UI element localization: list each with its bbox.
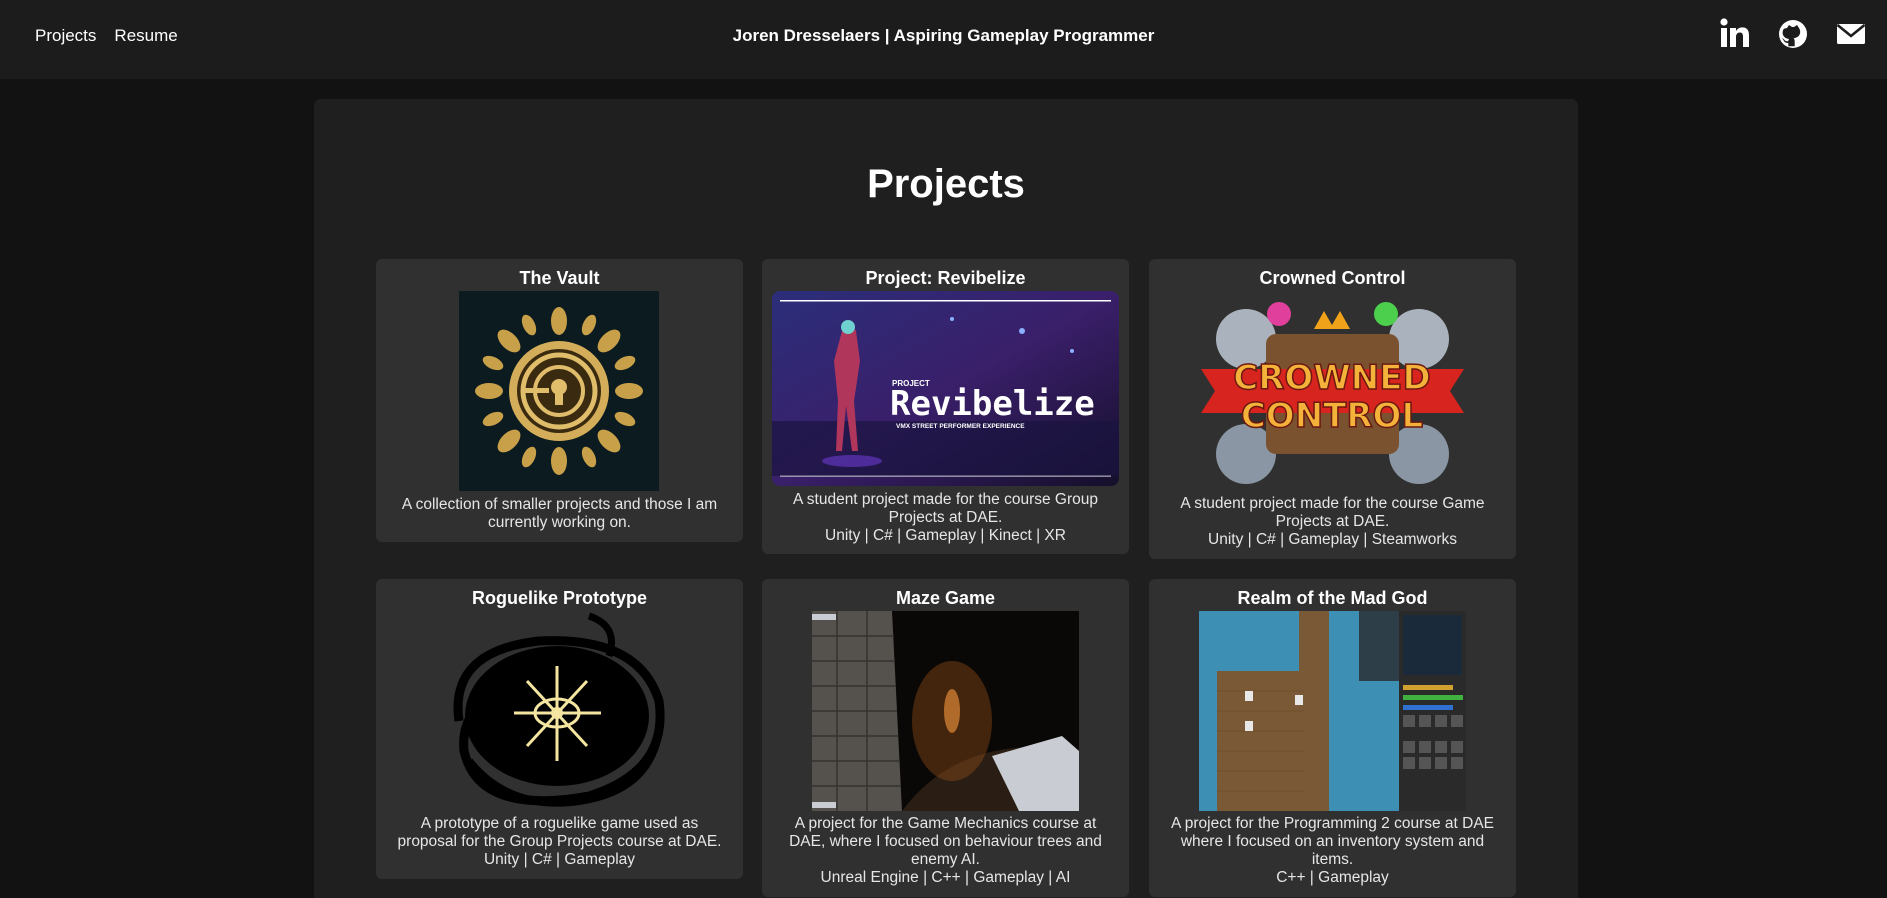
card-tags: Unreal Engine | C++ | Gameplay | AI — [820, 869, 1071, 886]
card-image-revibelize: PROJECT Revibelize VMX STREET PERFORMER … — [772, 291, 1119, 486]
roguelike-scribble-image — [439, 611, 679, 811]
project-card-crowned-control[interactable]: Crowned Control CROWNED CONTROL A studen… — [1149, 259, 1516, 559]
linkedin-link[interactable] — [1719, 16, 1751, 52]
card-tags: Unity | C# | Gameplay | Steamworks — [1208, 531, 1457, 548]
card-description: A student project made for the course Ga… — [1180, 495, 1485, 530]
project-card-revibelize[interactable]: Project: Revibelize PROJECT Revibelize V… — [762, 259, 1129, 554]
vault-emblem-image — [459, 291, 659, 491]
card-description: A project for the Game Mechanics course … — [789, 815, 1102, 868]
card-title: Crowned Control — [1259, 268, 1406, 288]
maze-game-screenshot-image — [812, 611, 1079, 811]
revibelize-banner-image: PROJECT Revibelize VMX STREET PERFORMER … — [772, 291, 1119, 486]
card-description: A project for the Programming 2 course a… — [1170, 815, 1495, 868]
mail-icon — [1836, 23, 1866, 44]
project-card-the-vault[interactable]: The Vault A collection of smaller projec… — [376, 259, 743, 542]
crowned-logo-line2: CONTROL — [1241, 396, 1423, 436]
revibelize-tagline: VMX STREET PERFORMER EXPERIENCE — [896, 423, 1025, 430]
card-title: Project: Revibelize — [865, 268, 1026, 288]
linkedin-icon — [1720, 18, 1749, 47]
card-tags: C++ | Gameplay — [1276, 869, 1389, 886]
site-title-wrap: Joren Dresselaers | Aspiring Gameplay Pr… — [0, 26, 1887, 46]
card-tags: Unity | C# | Gameplay | Kinect | XR — [825, 527, 1066, 544]
card-description: A student project made for the course Gr… — [792, 491, 1098, 526]
nav-link-resume[interactable]: Resume — [114, 26, 177, 46]
card-title: Maze Game — [895, 588, 996, 608]
nav-link-projects[interactable]: Projects — [35, 26, 96, 46]
mail-link[interactable] — [1835, 16, 1867, 52]
github-icon — [1779, 20, 1807, 48]
github-link[interactable] — [1777, 16, 1809, 52]
project-card-roguelike-prototype[interactable]: Roguelike Prototype A prototype of a rog… — [376, 579, 743, 879]
card-image-crowned-control: CROWNED CONTROL — [1201, 299, 1464, 489]
site-title: Joren Dresselaers | Aspiring Gameplay Pr… — [732, 26, 1155, 45]
projects-panel: Projects The Vault A collection of small… — [314, 99, 1578, 898]
crowned-control-logo-image: CROWNED CONTROL — [1201, 302, 1464, 484]
top-navbar: Projects Resume Joren Dresselaers | Aspi… — [0, 0, 1887, 79]
card-title: Roguelike Prototype — [471, 588, 648, 608]
project-card-maze-game[interactable]: Maze Game A project for the Game Mechani… — [762, 579, 1129, 897]
main-nav: Projects Resume — [35, 26, 178, 46]
card-image-roguelike — [439, 611, 679, 811]
social-links — [1719, 16, 1867, 52]
card-tags: Unity | C# | Gameplay — [483, 851, 636, 868]
card-description: A prototype of a roguelike game used as … — [397, 815, 722, 850]
card-image-realm — [1199, 611, 1466, 811]
card-title: Realm of the Mad God — [1237, 588, 1428, 608]
page-title: Projects — [867, 162, 1025, 206]
card-image-the-vault — [459, 291, 659, 491]
project-card-realm-of-the-mad-god[interactable]: Realm of the Mad God A project for the P… — [1149, 579, 1516, 897]
card-image-maze-game — [812, 611, 1079, 811]
revibelize-logo-text: Revibelize — [890, 384, 1095, 424]
card-title: The Vault — [519, 268, 600, 288]
card-description: A collection of smaller projects and tho… — [401, 496, 718, 531]
realm-screenshot-image — [1199, 611, 1466, 811]
crowned-logo-line1: CROWNED — [1233, 358, 1430, 398]
